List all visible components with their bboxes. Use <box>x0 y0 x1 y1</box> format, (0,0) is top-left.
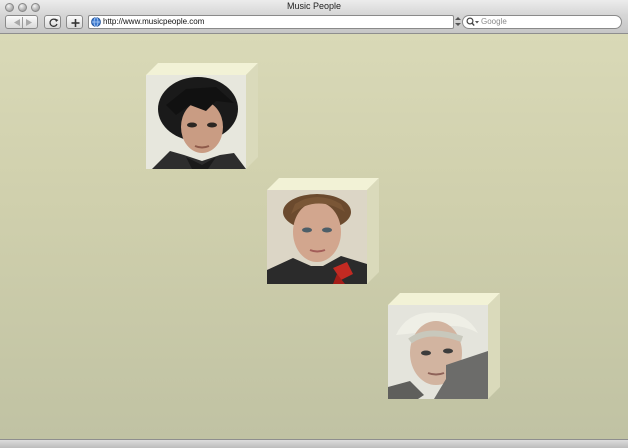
search-placeholder: Google <box>481 17 507 26</box>
address-dropdown-icon[interactable] <box>455 17 461 26</box>
forward-arrow-icon <box>26 19 32 26</box>
window-bottom-bar <box>0 439 628 448</box>
browser-chrome: Music People http://www.musicpeople.com … <box>0 0 628 34</box>
page-content <box>0 34 628 439</box>
reload-button[interactable] <box>44 15 61 29</box>
browser-window: Music People http://www.musicpeople.com … <box>0 0 628 448</box>
add-bookmark-icon <box>71 19 80 27</box>
url-text: http://www.musicpeople.com <box>103 17 205 26</box>
person-photo-1 <box>146 75 246 169</box>
person-card-1[interactable] <box>146 63 258 169</box>
person-photo-3 <box>388 305 488 399</box>
person-card-3[interactable] <box>388 293 500 399</box>
add-bookmark-button[interactable] <box>66 15 83 29</box>
back-arrow-icon[interactable] <box>6 16 39 30</box>
globe-icon <box>91 17 101 27</box>
address-field[interactable]: http://www.musicpeople.com <box>88 15 454 29</box>
search-field[interactable]: Google <box>462 15 622 29</box>
magnifier-icon <box>466 17 479 27</box>
back-forward-buttons <box>5 15 38 29</box>
window-title: Music People <box>286 1 342 11</box>
reload-icon <box>49 18 59 27</box>
person-photo-2 <box>267 190 367 284</box>
person-card-2[interactable] <box>267 178 379 284</box>
